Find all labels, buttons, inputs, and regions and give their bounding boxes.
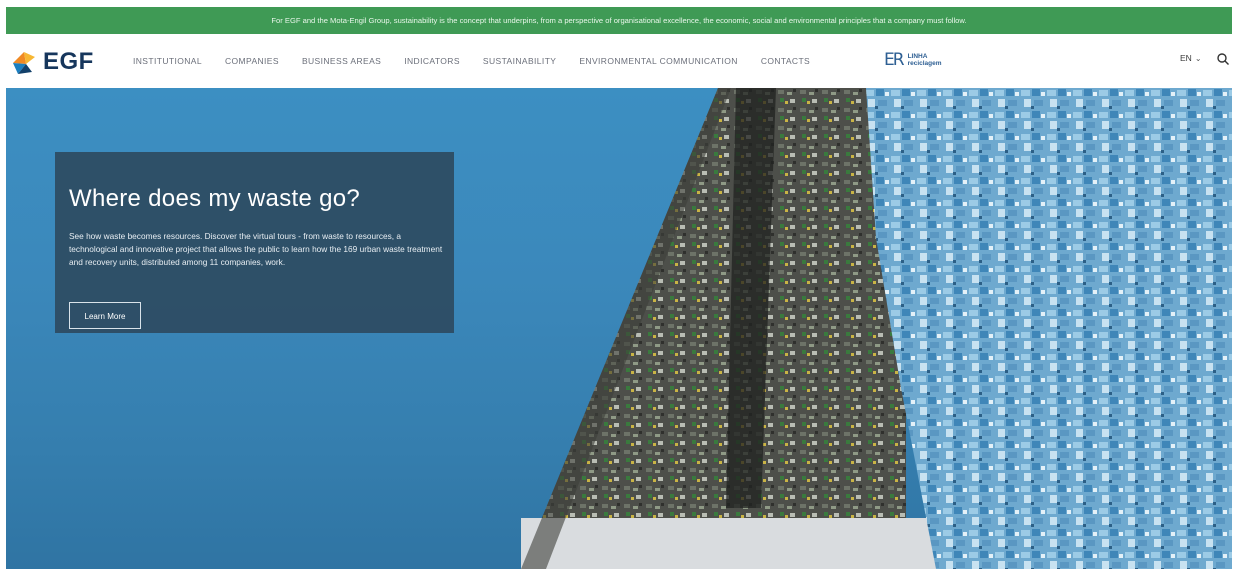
search-icon[interactable] [1216, 52, 1230, 66]
er-logo-line2: reciclagem [907, 60, 942, 67]
brand-name: EGF [43, 48, 94, 75]
language-label: EN [1180, 53, 1192, 63]
chevron-down-icon: ⌄ [1194, 53, 1202, 63]
nav-item-sustainability[interactable]: SUSTAINABILITY [483, 56, 556, 66]
er-logo-mark: ER [884, 50, 905, 70]
egf-logo-mark-icon [13, 52, 35, 74]
nav-item-indicators[interactable]: INDICATORS [404, 56, 460, 66]
main-navigation: EGF INSTITUTIONAL COMPANIES BUSINESS ARE… [0, 34, 1238, 88]
nav-item-institutional[interactable]: INSTITUTIONAL [133, 56, 202, 66]
nav-menu: INSTITUTIONAL COMPANIES BUSINESS AREAS I… [133, 34, 833, 88]
er-logo-line1: LINHA [907, 53, 928, 60]
nav-item-environmental-communication[interactable]: ENVIRONMENTAL COMMUNICATION [579, 56, 737, 66]
egf-logo[interactable]: EGF [9, 45, 94, 79]
nav-item-companies[interactable]: COMPANIES [225, 56, 279, 66]
linha-reciclagem-logo[interactable]: ER LINHA reciclagem [884, 50, 942, 70]
hero-card: Where does my waste go? See how waste be… [55, 152, 454, 333]
learn-more-button[interactable]: Learn More [69, 302, 141, 329]
announcement-bar: For EGF and the Mota-Engil Group, sustai… [6, 7, 1232, 34]
announcement-text: For EGF and the Mota-Engil Group, sustai… [271, 16, 967, 25]
hero-banner: Where does my waste go? See how waste be… [6, 88, 1232, 569]
nav-item-contacts[interactable]: CONTACTS [761, 56, 810, 66]
hero-title: Where does my waste go? [69, 185, 361, 212]
er-logo-text: LINHA reciclagem [908, 53, 942, 67]
hero-description: See how waste becomes resources. Discove… [69, 231, 443, 267]
language-selector[interactable]: EN ⌄ [1180, 53, 1202, 63]
nav-item-business-areas[interactable]: BUSINESS AREAS [302, 56, 381, 66]
